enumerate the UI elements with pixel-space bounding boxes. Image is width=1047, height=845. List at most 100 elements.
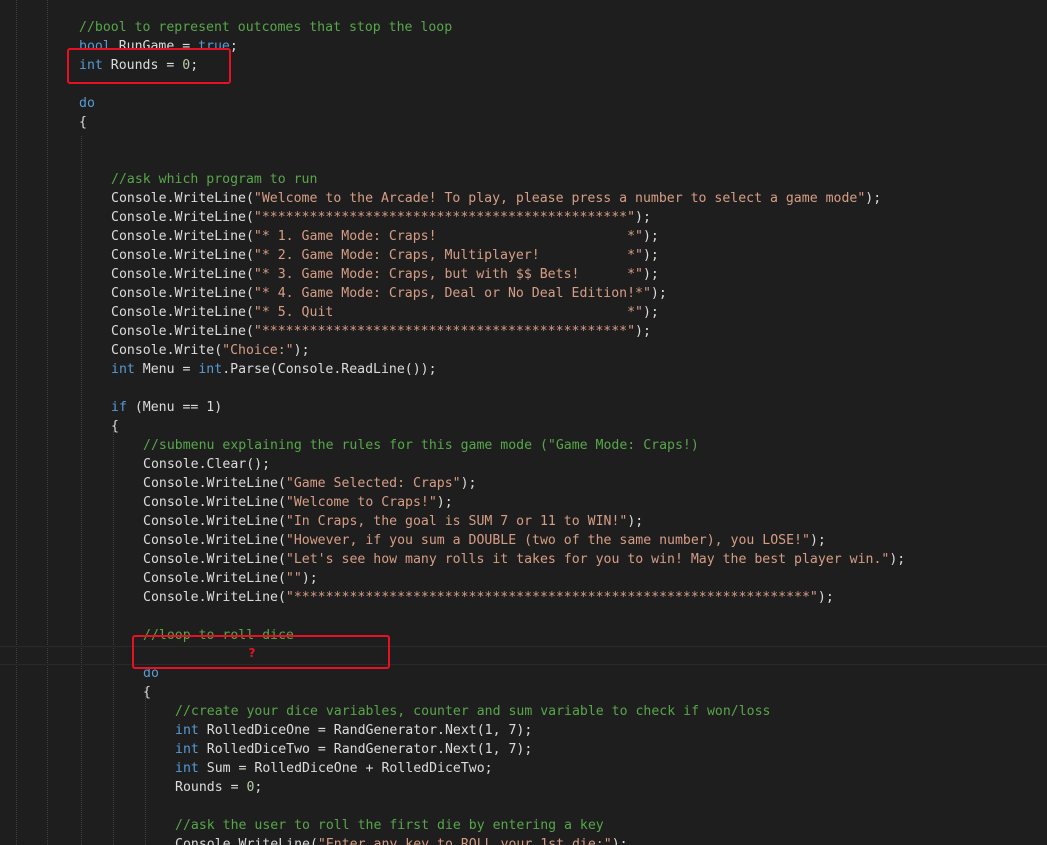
- code-token: );: [809, 533, 826, 548]
- code-line[interactable]: if (Menu == 1): [111, 398, 222, 417]
- code-token: if: [111, 400, 127, 415]
- code-token: ;: [229, 39, 238, 54]
- code-token: //submenu explaining the rules for this …: [143, 438, 699, 453]
- highlight-box-loop-comment: [132, 635, 390, 669]
- code-token: (Menu == 1): [126, 400, 223, 415]
- code-line[interactable]: int RolledDiceOne = RandGenerator.Next(1…: [175, 721, 532, 740]
- code-line[interactable]: do: [79, 94, 95, 113]
- code-token: Console.WriteLine(: [143, 552, 286, 567]
- code-token: );: [889, 552, 906, 567]
- code-line[interactable]: int RolledDiceTwo = RandGenerator.Next(1…: [175, 740, 532, 759]
- code-token: Console.WriteLine(: [111, 191, 254, 206]
- code-token: "": [285, 571, 302, 586]
- code-line[interactable]: //bool to represent outcomes that stop t…: [79, 18, 452, 37]
- code-line[interactable]: Console.Write("Choice:");: [111, 341, 310, 360]
- code-line[interactable]: Console.WriteLine("* 5. Quit *");: [111, 303, 659, 322]
- code-token: Console.WriteLine(: [111, 286, 254, 301]
- code-line[interactable]: Console.WriteLine("Welcome to Craps!");: [143, 493, 453, 512]
- code-token: Console.WriteLine(: [143, 571, 286, 586]
- code-token: Console.WriteLine(: [111, 248, 254, 263]
- code-token: //bool to represent outcomes that stop t…: [79, 20, 453, 35]
- code-token: "Welcome to Craps!": [285, 495, 437, 510]
- code-line[interactable]: //ask the user to roll the first die by …: [175, 816, 604, 835]
- indent-guide-line: [16, 0, 17, 845]
- code-token: );: [460, 476, 477, 491]
- code-token: "Welcome to the Arcade! To play, please …: [253, 191, 866, 206]
- code-token: Console.WriteLine(: [143, 495, 286, 510]
- code-token: Console.Clear();: [143, 457, 271, 472]
- code-line[interactable]: Console.WriteLine("*********************…: [111, 208, 651, 227]
- code-token: );: [301, 571, 318, 586]
- code-token: );: [293, 343, 310, 358]
- code-token: );: [635, 324, 651, 339]
- code-token: Console.Write(: [111, 343, 223, 358]
- code-line[interactable]: //submenu explaining the rules for this …: [143, 436, 699, 455]
- code-token: );: [642, 248, 659, 263]
- code-token: {: [143, 685, 151, 700]
- code-token: {: [111, 419, 119, 434]
- code-token: Console.WriteLine(: [111, 305, 254, 320]
- code-line[interactable]: Console.WriteLine("*********************…: [143, 588, 834, 607]
- indent-guide-line: [113, 431, 114, 845]
- code-token: "***************************************…: [253, 210, 636, 225]
- code-token: RolledDiceTwo = RandGenerator.Next(1, 7)…: [198, 742, 533, 757]
- code-line[interactable]: Console.WriteLine("*********************…: [111, 322, 651, 341]
- indent-guide-line: [47, 0, 48, 845]
- code-token: );: [642, 305, 659, 320]
- code-line[interactable]: {: [79, 113, 87, 132]
- code-line[interactable]: {: [143, 683, 151, 702]
- code-token: "In Craps, the goal is SUM 7 or 11 to WI…: [285, 514, 628, 529]
- code-token: int: [111, 362, 135, 377]
- code-line[interactable]: int Sum = RolledDiceOne + RolledDiceTwo;: [175, 759, 493, 778]
- code-token: "* 5. Quit *": [253, 305, 643, 320]
- code-line[interactable]: Console.WriteLine("");: [143, 569, 318, 588]
- code-line[interactable]: Console.WriteLine("However, if you sum a…: [143, 531, 826, 550]
- code-token: Console.WriteLine(: [143, 590, 286, 605]
- code-line[interactable]: Console.WriteLine("* 4. Game Mode: Craps…: [111, 284, 667, 303]
- code-editor[interactable]: //bool to represent outcomes that stop t…: [0, 0, 1047, 845]
- code-line[interactable]: Rounds = 0;: [175, 778, 262, 797]
- code-line[interactable]: Console.WriteLine("In Craps, the goal is…: [143, 512, 643, 531]
- code-token: );: [865, 191, 882, 206]
- code-token: "Enter any key to ROLL your 1st die:": [317, 837, 612, 845]
- code-line[interactable]: Console.WriteLine("* 3. Game Mode: Craps…: [111, 265, 659, 284]
- code-token: Console.WriteLine(: [111, 229, 254, 244]
- code-token: RolledDiceOne = RandGenerator.Next(1, 7)…: [198, 723, 533, 738]
- code-token: Menu =: [134, 362, 199, 377]
- code-token: "* 4. Game Mode: Craps, Deal or No Deal …: [253, 286, 651, 301]
- code-token: //ask which program to run: [111, 172, 318, 187]
- code-line[interactable]: Console.WriteLine("Welcome to the Arcade…: [111, 189, 881, 208]
- code-token: {: [79, 115, 87, 130]
- code-line[interactable]: Console.Clear();: [143, 455, 270, 474]
- code-token: );: [650, 286, 667, 301]
- highlight-box-rounds-declaration: [67, 48, 231, 84]
- code-token: int: [175, 761, 199, 776]
- code-token: );: [642, 267, 659, 282]
- code-token: "Game Selected: Craps": [285, 476, 461, 491]
- code-token: int: [175, 742, 199, 757]
- code-line[interactable]: Console.WriteLine("* 2. Game Mode: Craps…: [111, 246, 659, 265]
- code-token: do: [79, 96, 95, 111]
- code-token: "* 2. Game Mode: Craps, Multiplayer! *": [253, 248, 643, 263]
- code-token: //ask the user to roll the first die by …: [175, 818, 604, 833]
- code-line[interactable]: Console.WriteLine("Let's see how many ro…: [143, 550, 905, 569]
- code-token: );: [635, 210, 651, 225]
- code-token: );: [627, 514, 644, 529]
- code-token: Sum = RolledDiceOne + RolledDiceTwo;: [198, 761, 493, 776]
- code-line[interactable]: {: [111, 417, 119, 436]
- code-line[interactable]: Console.WriteLine("Game Selected: Craps"…: [143, 474, 476, 493]
- code-token: Console.WriteLine(: [111, 267, 254, 282]
- code-token: Console.WriteLine(: [143, 476, 286, 491]
- code-line[interactable]: //ask which program to run: [111, 170, 317, 189]
- code-line[interactable]: int Menu = int.Parse(Console.ReadLine())…: [111, 360, 437, 379]
- indent-guide-line: [145, 687, 146, 845]
- code-line[interactable]: Console.WriteLine("* 1. Game Mode: Craps…: [111, 227, 659, 246]
- code-token: Console.WriteLine(: [143, 533, 286, 548]
- code-line[interactable]: //create your dice variables, counter an…: [175, 702, 770, 721]
- code-token: Console.WriteLine(: [175, 837, 318, 845]
- code-line[interactable]: Console.WriteLine("Enter any key to ROLL…: [175, 835, 628, 845]
- code-token: "However, if you sum a DOUBLE (two of th…: [285, 533, 810, 548]
- code-token: //create your dice variables, counter an…: [175, 704, 771, 719]
- code-token: .Parse(Console.ReadLine());: [222, 362, 437, 377]
- code-token: "Let's see how many rolls it takes for y…: [285, 552, 890, 567]
